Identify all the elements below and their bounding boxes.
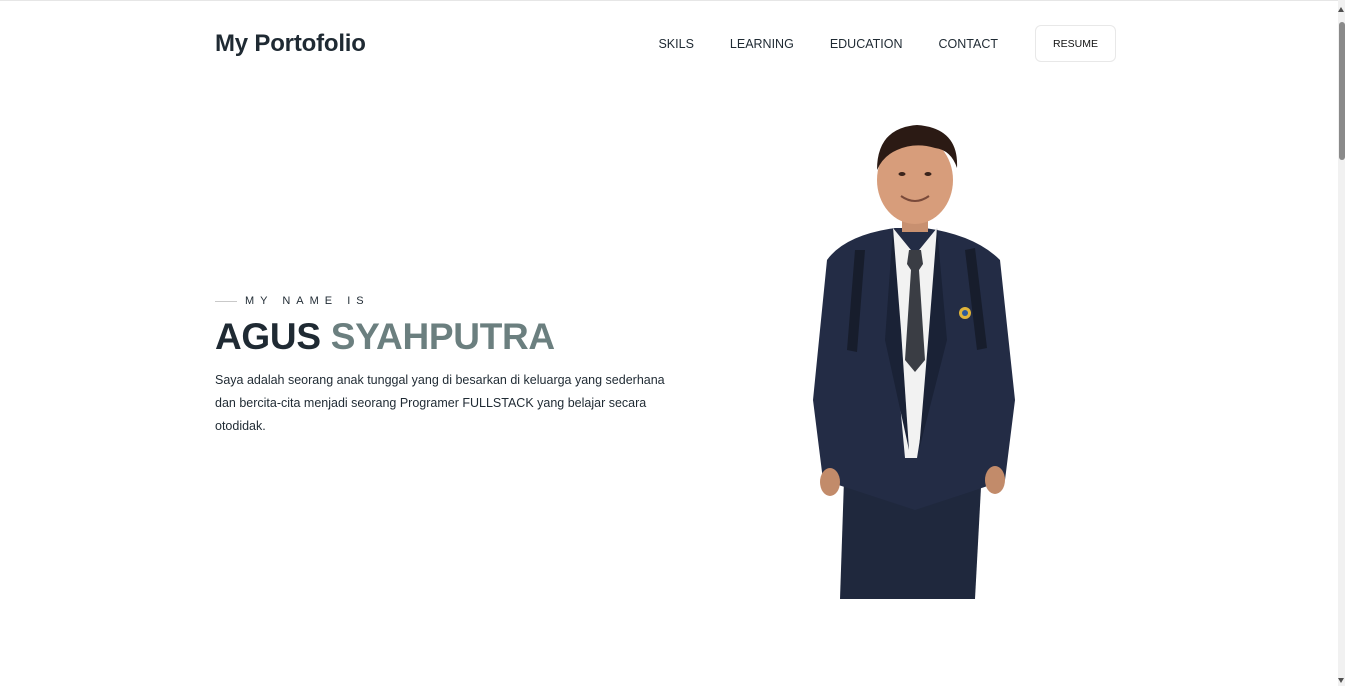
scroll-up-icon[interactable] bbox=[1338, 7, 1344, 12]
resume-button[interactable]: RESUME bbox=[1035, 25, 1116, 62]
page-scrollbar[interactable] bbox=[1338, 0, 1345, 686]
scroll-thumb[interactable] bbox=[1339, 22, 1345, 160]
brand-logo[interactable]: My Portofolio bbox=[215, 30, 366, 58]
main-nav: SKILS LEARNING EDUCATION CONTACT RESUME bbox=[658, 25, 1116, 62]
eyebrow-text: MY NAME IS bbox=[245, 295, 370, 307]
hero-name: AGUS SYAHPUTRA bbox=[215, 316, 555, 358]
nav-link-skils[interactable]: SKILS bbox=[658, 37, 693, 51]
eyebrow-line bbox=[215, 300, 237, 302]
nav-link-contact[interactable]: CONTACT bbox=[939, 37, 999, 51]
top-border bbox=[0, 0, 1338, 1]
scroll-down-icon[interactable] bbox=[1338, 678, 1344, 683]
profile-photo bbox=[813, 125, 1015, 599]
nav-link-education[interactable]: EDUCATION bbox=[830, 37, 903, 51]
site-header: My Portofolio SKILS LEARNING EDUCATION C… bbox=[215, 25, 1116, 62]
last-name: SYAHPUTRA bbox=[330, 316, 555, 357]
nav-link-learning[interactable]: LEARNING bbox=[730, 37, 794, 51]
hero-bio: Saya adalah seorang anak tunggal yang di… bbox=[215, 373, 665, 433]
first-name: AGUS bbox=[215, 316, 321, 357]
eyebrow: MY NAME IS bbox=[215, 295, 370, 307]
